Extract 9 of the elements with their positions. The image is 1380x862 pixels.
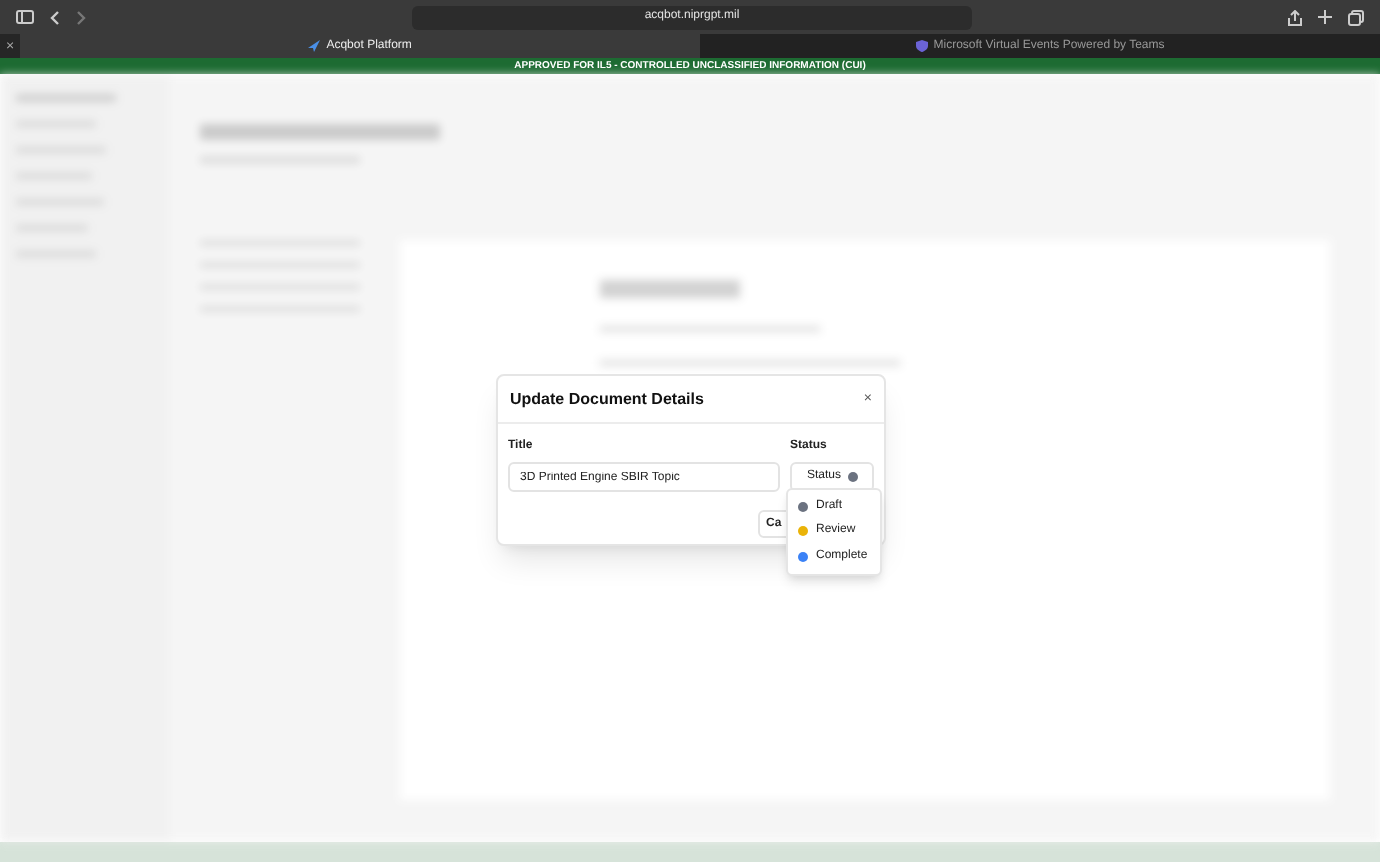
forward-icon[interactable] bbox=[76, 9, 86, 25]
dialog-title: Update Document Details bbox=[510, 387, 704, 411]
back-icon[interactable] bbox=[50, 9, 60, 25]
tabs-icon[interactable] bbox=[1348, 9, 1364, 25]
plane-icon bbox=[308, 40, 321, 52]
shield-icon bbox=[915, 40, 928, 52]
sidebar-icon[interactable] bbox=[16, 10, 34, 24]
plus-icon[interactable] bbox=[1318, 10, 1332, 24]
share-icon[interactable] bbox=[1288, 9, 1302, 25]
